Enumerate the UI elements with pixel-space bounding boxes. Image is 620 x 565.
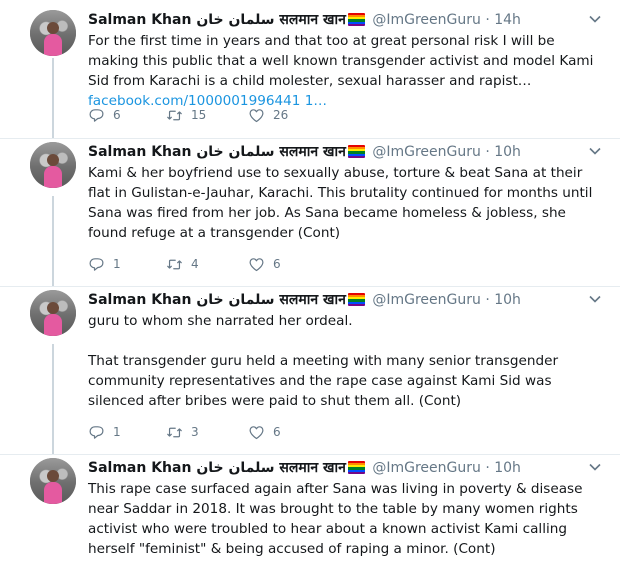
tweet-actions: 1 3 6 — [88, 422, 408, 442]
heart-icon — [249, 425, 264, 439]
heart-icon — [249, 108, 264, 122]
reply-icon — [89, 257, 104, 271]
display-name[interactable]: Salman Khan سلمان خان सलमान खान — [88, 460, 346, 476]
tweet-text: guru to whom she narrated her ordeal. Th… — [88, 311, 598, 411]
separator-dot: · — [485, 144, 490, 160]
like-count: 6 — [273, 425, 281, 439]
like-button[interactable]: 6 — [248, 254, 281, 274]
reply-button[interactable]: 1 — [88, 254, 121, 274]
reply-count: 6 — [113, 108, 121, 122]
display-name[interactable]: Salman Khan سلمان خان सलमान खान — [88, 144, 346, 160]
avatar[interactable] — [30, 458, 76, 504]
avatar[interactable] — [30, 290, 76, 336]
like-button[interactable]: 26 — [248, 105, 288, 125]
thread-connector — [52, 58, 54, 138]
reply-button[interactable]: 6 — [88, 105, 121, 125]
display-name[interactable]: Salman Khan سلمان خان सलमान खान — [88, 12, 346, 28]
tweet-paragraph: That transgender guru held a meeting wit… — [88, 353, 559, 409]
user-handle[interactable]: @ImGreenGuru — [372, 460, 481, 476]
reply-icon — [89, 425, 104, 439]
tweet-header: Salman Khan سلمان خان सलमान खान @ImGreen… — [88, 458, 521, 478]
tweet-paragraph: For the first time in years and that too… — [88, 33, 594, 89]
timestamp[interactable]: 14h — [494, 12, 521, 28]
tweet-text: For the first time in years and that too… — [88, 31, 598, 111]
timestamp[interactable]: 10h — [494, 460, 521, 476]
user-handle[interactable]: @ImGreenGuru — [372, 12, 481, 28]
tweet-header: Salman Khan سلمان خان सलमान खान @ImGreen… — [88, 142, 521, 162]
retweet-count: 15 — [191, 108, 207, 122]
thread-connector — [52, 196, 54, 286]
reply-button[interactable]: 1 — [88, 422, 121, 442]
retweet-button[interactable]: 4 — [166, 254, 199, 274]
retweet-icon — [167, 427, 182, 437]
chevron-down-icon[interactable] — [588, 12, 602, 26]
retweet-button[interactable]: 3 — [166, 422, 199, 442]
chevron-down-icon[interactable] — [588, 144, 602, 158]
rainbow-flag-icon — [347, 145, 365, 158]
tweet-actions: 1 4 6 — [88, 254, 408, 274]
avatar[interactable] — [30, 10, 76, 56]
tweet-paragraph: Kami & her boyfriend use to sexually abu… — [88, 165, 593, 241]
retweet-icon — [167, 259, 182, 269]
user-handle[interactable]: @ImGreenGuru — [372, 144, 481, 160]
rainbow-flag-icon — [347, 461, 365, 474]
tweet-paragraph: guru to whom she narrated her ordeal. — [88, 313, 353, 329]
heart-icon — [249, 257, 264, 271]
chevron-down-icon[interactable] — [588, 292, 602, 306]
display-name[interactable]: Salman Khan سلمان خان सलमान खान — [88, 292, 346, 308]
tweet-actions: 6 15 26 — [88, 105, 408, 125]
tweet-header: Salman Khan سلمان خان सलमान खान @ImGreen… — [88, 10, 521, 30]
tweet-divider — [0, 138, 620, 139]
separator-dot: · — [485, 12, 490, 28]
tweet-text: Kami & her boyfriend use to sexually abu… — [88, 163, 598, 243]
thread-connector — [52, 344, 54, 454]
tweet-divider — [0, 286, 620, 287]
tweet-text: This rape case surfaced again after Sana… — [88, 479, 598, 559]
user-handle[interactable]: @ImGreenGuru — [372, 292, 481, 308]
retweet-button[interactable]: 15 — [166, 105, 206, 125]
rainbow-flag-icon — [347, 13, 365, 26]
tweet-header: Salman Khan سلمان خان सलमान खान @ImGreen… — [88, 290, 521, 310]
avatar[interactable] — [30, 142, 76, 188]
like-button[interactable]: 6 — [248, 422, 281, 442]
tweet-divider — [0, 454, 620, 455]
separator-dot: · — [485, 460, 490, 476]
retweet-count: 4 — [191, 257, 199, 271]
like-count: 26 — [273, 108, 289, 122]
reply-count: 1 — [113, 425, 121, 439]
like-count: 6 — [273, 257, 281, 271]
rainbow-flag-icon — [347, 293, 365, 306]
timestamp[interactable]: 10h — [494, 292, 521, 308]
reply-icon — [89, 108, 104, 122]
retweet-count: 3 — [191, 425, 199, 439]
retweet-icon — [167, 110, 182, 120]
tweet-paragraph: This rape case surfaced again after Sana… — [88, 481, 583, 557]
chevron-down-icon[interactable] — [588, 460, 602, 474]
separator-dot: · — [485, 292, 490, 308]
reply-count: 1 — [113, 257, 121, 271]
timestamp[interactable]: 10h — [494, 144, 521, 160]
